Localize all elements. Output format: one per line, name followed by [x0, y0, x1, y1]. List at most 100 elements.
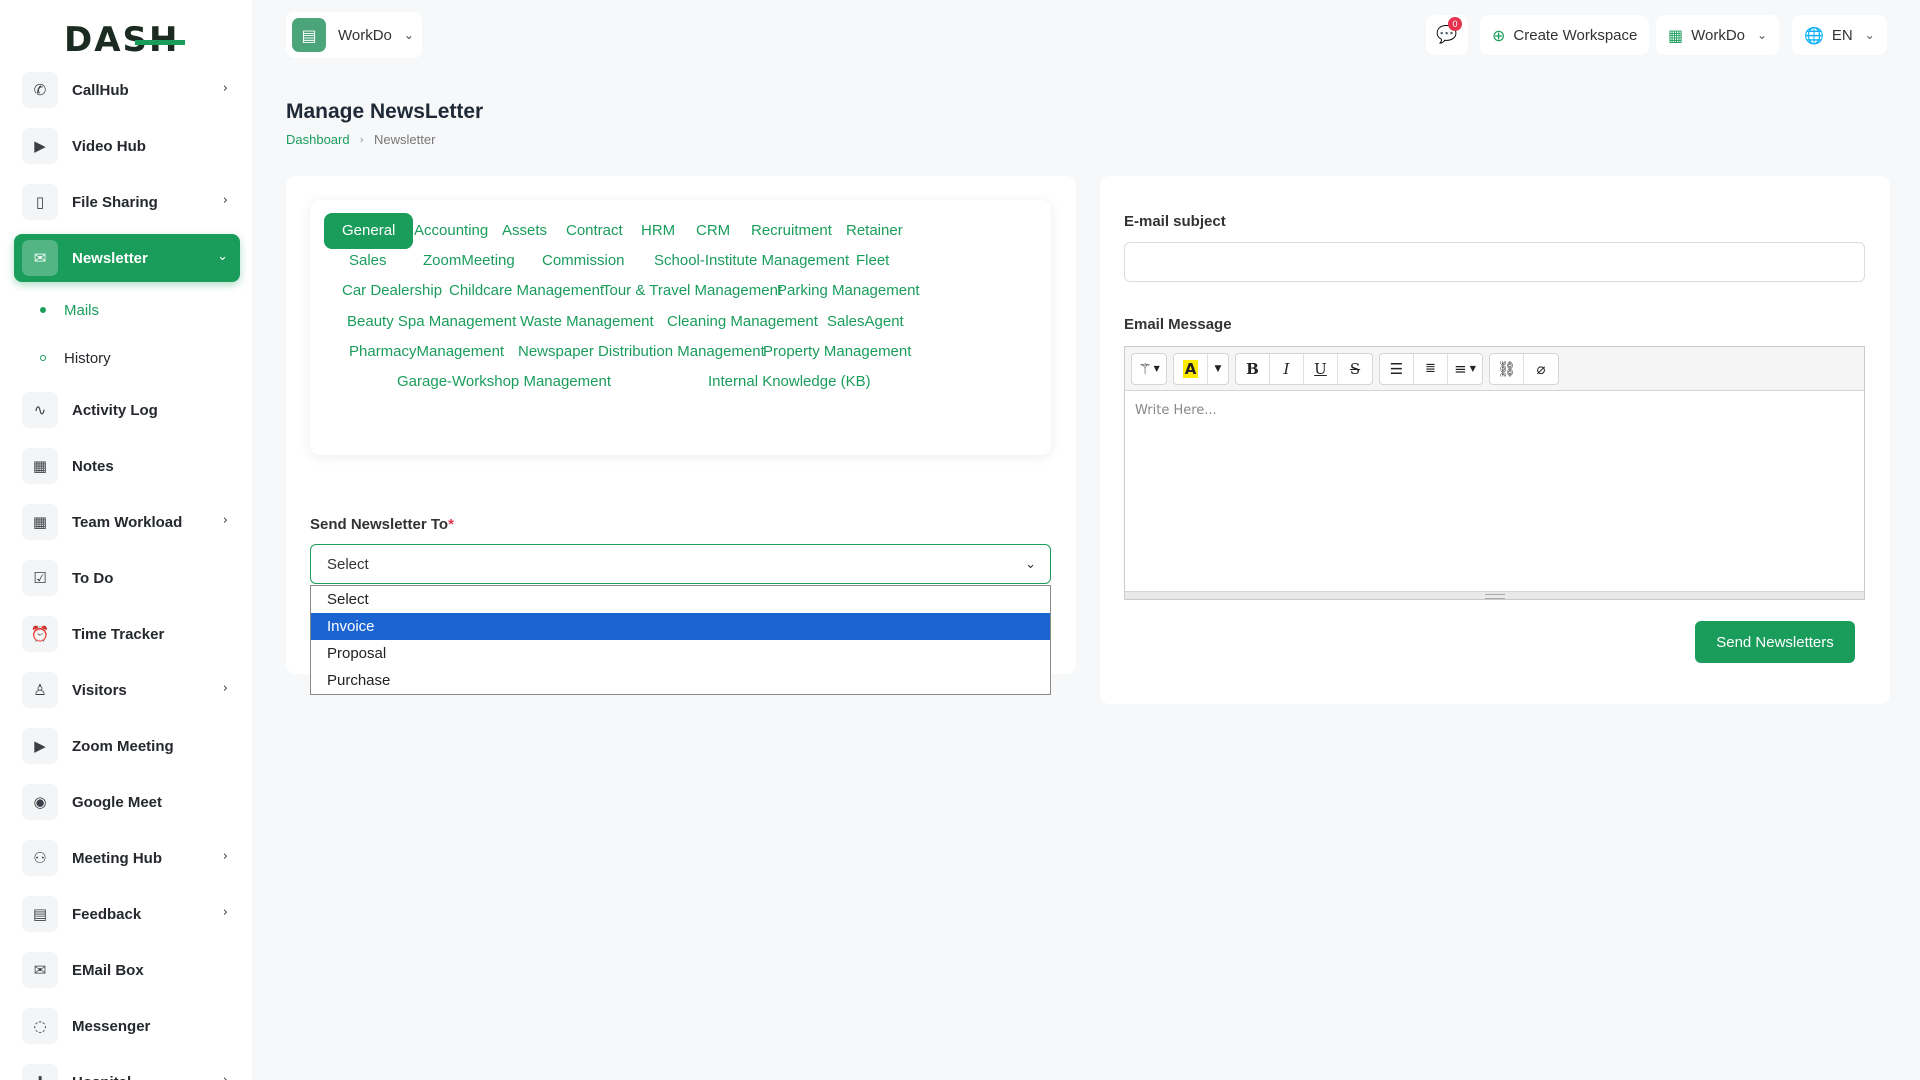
send-to-dropdown: Select Invoice Proposal Purchase [310, 585, 1051, 695]
dropdown-option-proposal[interactable]: Proposal [311, 640, 1050, 667]
checkbox-icon: ☑ [22, 560, 58, 596]
workspace-name: WorkDo [338, 26, 392, 44]
workspace-switch-button[interactable]: ▦ WorkDo ⌄ [1656, 15, 1780, 55]
sidebar-item-callhub[interactable]: ✆ CallHub › [14, 66, 240, 114]
sidebar-item-to-do[interactable]: ☑ To Do [14, 554, 240, 602]
mail-icon: ✉ [22, 952, 58, 988]
video-icon: ▶ [22, 128, 58, 164]
sidebar-item-visitors[interactable]: ♙ Visitors › [14, 666, 240, 714]
send-to-select-value: Select [327, 555, 369, 573]
sidebar-item-label: Newsletter [72, 249, 148, 267]
sidebar-item-messenger[interactable]: ◌ Messenger [14, 1002, 240, 1050]
bullet-list-icon[interactable]: ☰ [1380, 353, 1414, 384]
italic-icon[interactable]: I [1270, 353, 1304, 384]
sidebar-item-label: CallHub [72, 81, 129, 99]
sidebar-subitem-mails[interactable]: Mails [14, 290, 240, 330]
sidebar-item-label: Meeting Hub [72, 849, 162, 867]
chevron-right-icon: › [359, 133, 365, 146]
person-icon: ♙ [22, 672, 58, 708]
sidebar-nav: ✆ CallHub › ▶ Video Hub ▯ File Sharing › ✉ Newsle… [14, 66, 240, 1080]
breadcrumb: Dashboard › Newsletter [286, 132, 435, 147]
sidebar-item-label: Feedback [72, 905, 142, 923]
send-to-label: Send Newsletter To* [310, 516, 454, 533]
module-tab-internal-knowledge-kb[interactable]: Internal Knowledge (KB) [690, 364, 889, 400]
sidebar-item-label: EMail Box [72, 961, 144, 979]
sidebar-item-label: Visitors [72, 681, 127, 699]
color-dropdown-icon[interactable]: ▼ [1208, 354, 1228, 384]
workspace-selector[interactable]: ▤ WorkDo ⌄ [286, 12, 422, 58]
page-title: Manage NewsLetter [286, 100, 484, 123]
sidebar: DASH ✆ CallHub › ▶ Video Hub ▯ File Sharing › ✉ N… [0, 0, 252, 1080]
sidebar-item-label: Zoom Meeting [72, 737, 174, 755]
unlink-icon[interactable]: ⌀ [1524, 354, 1558, 384]
chevron-right-icon: › [222, 905, 228, 920]
chevron-right-icon: › [222, 681, 228, 696]
magic-wand-icon[interactable]: ⚚ ▼ [1132, 354, 1166, 384]
email-subject-input[interactable] [1124, 242, 1865, 282]
globe-icon: 🌐 [1804, 25, 1824, 45]
strikethrough-icon[interactable]: S [1338, 354, 1372, 384]
sidebar-item-time-tracker[interactable]: ⏰ Time Tracker [14, 610, 240, 658]
mail-icon: ✉ [22, 240, 58, 276]
editor-toolbar: ⚚ ▼ A ▼ B I U S ☰ ≣ ≡ ▼ ⛓ ⌀ [1125, 347, 1864, 391]
editor-resize-handle[interactable] [1125, 591, 1864, 599]
align-icon[interactable]: ≡ ▼ [1448, 354, 1482, 384]
phone-icon: ✆ [22, 72, 58, 108]
message-count-badge: 0 [1448, 17, 1462, 31]
workspace-switch-label: WorkDo [1691, 26, 1746, 44]
send-newsletters-button[interactable]: Send Newsletters [1695, 621, 1855, 663]
language-label: EN [1831, 26, 1853, 44]
chat-icon: ◌ [22, 1008, 58, 1044]
sidebar-item-zoom-meeting[interactable]: ▶ Zoom Meeting [14, 722, 240, 770]
sidebar-item-label: Hospital [72, 1074, 131, 1080]
plus-circle-icon: ⊕ [1492, 25, 1506, 45]
dropdown-option-invoice[interactable]: Invoice [311, 613, 1050, 640]
dropdown-option-select[interactable]: Select [311, 586, 1050, 613]
dropdown-option-purchase[interactable]: Purchase [311, 667, 1050, 694]
link-icon[interactable]: ⛓ [1490, 353, 1524, 384]
email-message-editor[interactable]: Write Here... [1125, 391, 1864, 591]
send-to-select[interactable]: Select ⌄ [310, 544, 1051, 584]
sidebar-item-label: Google Meet [72, 793, 163, 811]
bullet-dot-icon [40, 307, 46, 313]
sidebar-item-email-box[interactable]: ✉ EMail Box [14, 946, 240, 994]
sidebar-subitem-history[interactable]: History [14, 338, 240, 378]
required-mark: * [448, 516, 454, 533]
chevron-right-icon: › [222, 849, 228, 864]
sidebar-item-team-workload[interactable]: ▦ Team Workload › [14, 498, 240, 546]
chevron-down-icon: ⌄ [217, 249, 228, 264]
email-subject-label: E-mail subject [1124, 213, 1226, 230]
hospital-icon: ✚ [22, 1064, 58, 1080]
chevron-right-icon: › [222, 193, 228, 208]
calendar-icon: ▦ [22, 448, 58, 484]
sidebar-item-video-hub[interactable]: ▶ Video Hub [14, 122, 240, 170]
sidebar-subitem-label: History [64, 349, 111, 367]
messages-button[interactable]: 💬 0 [1426, 15, 1468, 55]
video-icon: ▶ [22, 728, 58, 764]
clipboard-icon: ▤ [22, 896, 58, 932]
chevron-right-icon: › [222, 81, 228, 96]
calendar-icon: ▦ [22, 504, 58, 540]
sidebar-subitem-label: Mails [64, 301, 100, 319]
numbered-list-icon[interactable]: ≣ [1414, 353, 1448, 384]
highlight-color-icon[interactable]: A [1174, 353, 1208, 384]
sidebar-item-meeting-hub[interactable]: ⚇ Meeting Hub › [14, 834, 240, 882]
language-button[interactable]: 🌐 EN ⌄ [1792, 15, 1887, 55]
sidebar-item-notes[interactable]: ▦ Notes [14, 442, 240, 490]
create-workspace-button[interactable]: ⊕ Create Workspace [1480, 15, 1650, 55]
workspace-avatar-icon: ▤ [292, 18, 326, 52]
chevron-down-icon: ⌄ [403, 28, 414, 42]
sidebar-item-file-sharing[interactable]: ▯ File Sharing › [14, 178, 240, 226]
brand-logo[interactable]: DASH [64, 20, 186, 60]
sidebar-item-activity-log[interactable]: ∿ Activity Log [14, 386, 240, 434]
module-tab-garage-workshop-management[interactable]: Garage-Workshop Management [379, 364, 629, 400]
breadcrumb-dashboard[interactable]: Dashboard [286, 132, 350, 147]
sidebar-item-google-meet[interactable]: ◉ Google Meet [14, 778, 240, 826]
underline-icon[interactable]: U [1304, 353, 1338, 384]
chevron-right-icon: › [223, 1073, 228, 1080]
sidebar-item-feedback[interactable]: ▤ Feedback › [14, 890, 240, 938]
sidebar-item-newsletter[interactable]: ✉ Newsletter ⌄ [14, 234, 240, 282]
activity-icon: ∿ [22, 392, 58, 428]
sidebar-item-hospital[interactable]: ✚ Hospital › [14, 1058, 240, 1080]
bold-icon[interactable]: B [1236, 353, 1270, 384]
